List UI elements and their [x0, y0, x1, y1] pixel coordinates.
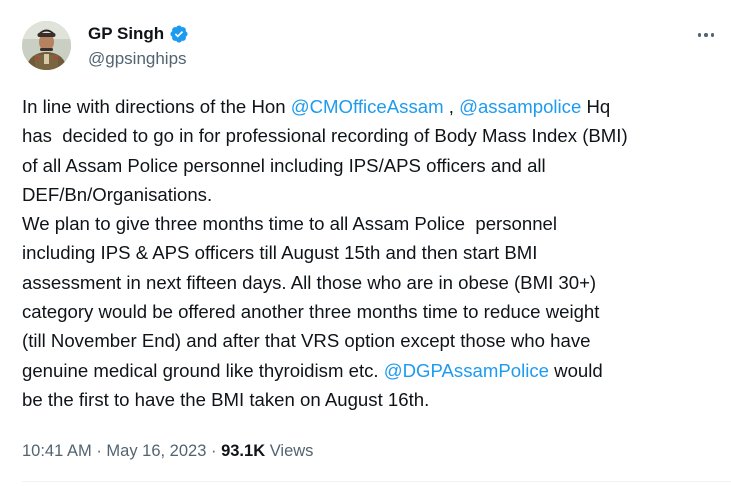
profile-photo-icon [22, 21, 71, 70]
tweet-text-segment: has decided to go in for professional re… [22, 125, 628, 147]
tweet-time[interactable]: 10:41 AM [22, 442, 92, 460]
tweet: GP Singh @gpsinghips In line with direct… [0, 0, 731, 497]
tweet-date[interactable]: May 16, 2023 [106, 442, 206, 460]
views-label[interactable]: Views [270, 442, 314, 460]
mention-link[interactable]: @DGPAssamPolice [384, 360, 549, 381]
tweet-text-segment: assessment in next fifteen days. All tho… [22, 271, 597, 293]
more-options-button[interactable] [691, 24, 721, 46]
tweet-text-segment: In line with directions of the Hon [22, 96, 291, 117]
tweet-text-line: including IPS & APS officers till August… [22, 238, 720, 267]
tweet-meta: 10:41 AM · May 16, 2023 · 93.1K Views [22, 440, 313, 462]
tweet-text-segment: including IPS & APS officers till August… [22, 242, 538, 264]
avatar[interactable] [22, 21, 71, 70]
tweet-text-line: category would be offered another three … [22, 297, 720, 326]
tweet-text-line: In line with directions of the Hon @CMOf… [22, 92, 720, 121]
tweet-text-line: be the first to have the BMI taken on Au… [22, 385, 720, 414]
author-handle[interactable]: @gpsinghips [88, 48, 187, 70]
tweet-text-segment: (till November End) and after that VRS o… [22, 330, 591, 352]
tweet-text-segment: of all Assam Police personnel including … [22, 154, 546, 176]
mention-link[interactable]: @assampolice [459, 96, 581, 117]
more-options-icon [710, 33, 715, 37]
more-options-icon [697, 33, 702, 37]
tweet-text-line: assessment in next fifteen days. All tho… [22, 268, 720, 297]
tweet-text-segment: would [549, 359, 603, 381]
views-count[interactable]: 93.1K [221, 442, 265, 460]
tweet-text-segment: We plan to give three months time to all… [22, 213, 558, 235]
tweet-text-line: We plan to give three months time to all… [22, 209, 720, 238]
tweet-text-line: genuine medical ground like thyroidism e… [22, 356, 720, 385]
tweet-text-segment: genuine medical ground like thyroidism e… [22, 359, 384, 381]
tweet-text-line: has decided to go in for professional re… [22, 121, 720, 150]
tweet-text-line: of all Assam Police personnel including … [22, 151, 720, 180]
tweet-text-segment: , [443, 96, 460, 117]
tweet-text-segment: DEF/Bn/Organisations. [22, 183, 213, 205]
tweet-text-line: DEF/Bn/Organisations. [22, 180, 720, 209]
meta-separator: · [210, 442, 222, 460]
author-display-name[interactable]: GP Singh [88, 23, 164, 45]
tweet-text-segment: Hq [581, 96, 611, 117]
divider [22, 481, 731, 482]
tweet-text: In line with directions of the Hon @CMOf… [22, 92, 720, 414]
meta-separator: · [96, 442, 107, 460]
author-name-row: GP Singh [88, 23, 189, 45]
mention-link[interactable]: @CMOfficeAssam [291, 96, 444, 117]
tweet-text-segment: category would be offered another three … [22, 301, 600, 323]
tweet-text-segment: be the first to have the BMI taken on Au… [22, 388, 430, 410]
tweet-text-line: (till November End) and after that VRS o… [22, 326, 720, 355]
verified-badge-icon[interactable] [169, 24, 189, 44]
more-options-icon [704, 33, 708, 37]
